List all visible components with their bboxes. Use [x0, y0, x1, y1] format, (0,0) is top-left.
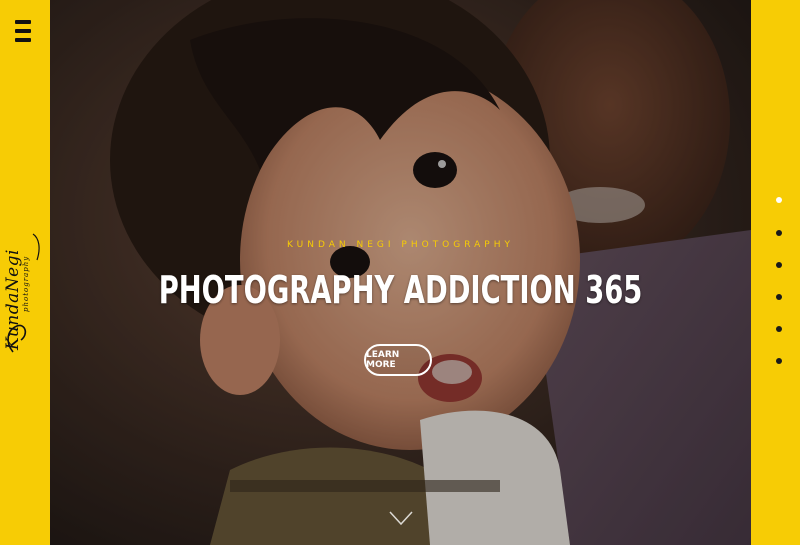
site-logo[interactable]: KundaNegi photography [3, 230, 47, 355]
hamburger-menu-icon[interactable] [15, 20, 31, 42]
hero-slide: KUNDAN NEGI PHOTOGRAPHY PHOTOGRAPHY ADDI… [50, 0, 751, 545]
slide-pager [751, 0, 800, 545]
logo-main-text: KundaNegi [3, 249, 23, 350]
menu-line [15, 29, 31, 33]
chevron-down-icon[interactable] [388, 508, 414, 528]
pager-dot[interactable] [776, 358, 782, 364]
learn-more-button[interactable]: LEARN MORE [364, 344, 432, 376]
logo-text: KundaNegi photography [3, 249, 31, 350]
logo-sub-text: photography [22, 255, 30, 312]
menu-line [15, 20, 31, 24]
pager-dot[interactable] [776, 294, 782, 300]
pager-dot[interactable] [776, 197, 782, 203]
left-sidebar: KundaNegi photography [0, 0, 50, 545]
pager-dot[interactable] [776, 230, 782, 236]
hero-title: PHOTOGRAPHY ADDICTION 365 [158, 268, 643, 312]
menu-line [15, 38, 31, 42]
pager-dot[interactable] [776, 326, 782, 332]
pager-dot[interactable] [776, 262, 782, 268]
hero-subtitle: KUNDAN NEGI PHOTOGRAPHY [287, 240, 514, 250]
